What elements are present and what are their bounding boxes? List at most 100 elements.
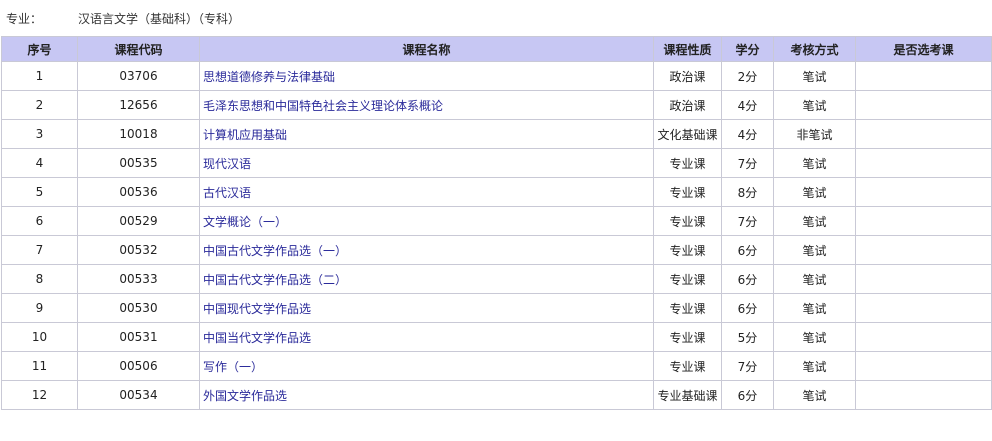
course-link[interactable]: 毛泽东思想和中国特色社会主义理论体系概论 [203, 99, 443, 113]
cell-code: 00506 [77, 351, 200, 381]
course-link[interactable]: 思想道德修养与法律基础 [203, 70, 335, 84]
cell-exam: 笔试 [773, 177, 856, 207]
cell-no: 11 [1, 351, 78, 381]
table-row: 10 00531 中国当代文学作品选 专业课 5分 笔试 [1, 322, 992, 352]
cell-type: 专业课 [653, 148, 722, 178]
cell-type: 政治课 [653, 61, 722, 91]
cell-course-name: 现代汉语 [199, 148, 654, 178]
cell-elective [855, 235, 992, 265]
course-link[interactable]: 文学概论（一） [203, 215, 287, 229]
cell-type: 专业课 [653, 293, 722, 323]
cell-code: 00535 [77, 148, 200, 178]
table-row: 2 12656 毛泽东思想和中国特色社会主义理论体系概论 政治课 4分 笔试 [1, 90, 992, 120]
cell-course-name: 写作（一） [199, 351, 654, 381]
cell-type: 专业课 [653, 206, 722, 236]
cell-elective [855, 90, 992, 120]
cell-elective [855, 380, 992, 410]
cell-elective [855, 351, 992, 381]
col-header-name: 课程名称 [199, 36, 654, 62]
course-link[interactable]: 古代汉语 [203, 186, 251, 200]
cell-elective [855, 206, 992, 236]
cell-exam: 笔试 [773, 380, 856, 410]
cell-no: 1 [1, 61, 78, 91]
cell-type: 专业课 [653, 235, 722, 265]
table-row: 12 00534 外国文学作品选 专业基础课 6分 笔试 [1, 380, 992, 410]
cell-credit: 4分 [721, 119, 774, 149]
course-link[interactable]: 中国当代文学作品选 [203, 331, 311, 345]
major-info: 专业： 汉语言文学（基础科）（专科） [0, 0, 992, 36]
cell-exam: 笔试 [773, 322, 856, 352]
cell-credit: 5分 [721, 322, 774, 352]
course-link[interactable]: 现代汉语 [203, 157, 251, 171]
cell-no: 6 [1, 206, 78, 236]
cell-credit: 7分 [721, 206, 774, 236]
cell-credit: 6分 [721, 235, 774, 265]
table-row: 6 00529 文学概论（一） 专业课 7分 笔试 [1, 206, 992, 236]
course-link[interactable]: 中国古代文学作品选（二） [203, 273, 347, 287]
cell-elective [855, 264, 992, 294]
cell-elective [855, 119, 992, 149]
cell-type: 政治课 [653, 90, 722, 120]
cell-course-name: 外国文学作品选 [199, 380, 654, 410]
table-row: 9 00530 中国现代文学作品选 专业课 6分 笔试 [1, 293, 992, 323]
cell-code: 00531 [77, 322, 200, 352]
cell-elective [855, 61, 992, 91]
cell-no: 8 [1, 264, 78, 294]
cell-no: 10 [1, 322, 78, 352]
course-link[interactable]: 中国现代文学作品选 [203, 302, 311, 316]
cell-code: 00536 [77, 177, 200, 207]
cell-exam: 笔试 [773, 235, 856, 265]
cell-credit: 4分 [721, 90, 774, 120]
cell-no: 9 [1, 293, 78, 323]
cell-type: 专业课 [653, 264, 722, 294]
cell-elective [855, 293, 992, 323]
table-row: 4 00535 现代汉语 专业课 7分 笔试 [1, 148, 992, 178]
cell-type: 专业课 [653, 177, 722, 207]
course-link[interactable]: 写作（一） [203, 360, 263, 374]
cell-exam: 笔试 [773, 264, 856, 294]
col-header-exam: 考核方式 [773, 36, 856, 62]
course-table: 序号 课程代码 课程名称 课程性质 学分 考核方式 是否选考课 1 03706 思想道德修养与法… [1, 36, 992, 410]
cell-no: 3 [1, 119, 78, 149]
major-value: 汉语言文学（基础科）（专科） [78, 11, 241, 26]
cell-credit: 7分 [721, 351, 774, 381]
cell-credit: 6分 [721, 293, 774, 323]
cell-course-name: 毛泽东思想和中国特色社会主义理论体系概论 [199, 90, 654, 120]
col-header-no: 序号 [1, 36, 78, 62]
cell-credit: 6分 [721, 380, 774, 410]
cell-code: 00533 [77, 264, 200, 294]
cell-no: 5 [1, 177, 78, 207]
course-link[interactable]: 计算机应用基础 [203, 128, 287, 142]
table-row: 3 10018 计算机应用基础 文化基础课 4分 非笔试 [1, 119, 992, 149]
cell-exam: 笔试 [773, 293, 856, 323]
table-body: 1 03706 思想道德修养与法律基础 政治课 2分 笔试 2 12656 毛泽东思想和中国特色… [1, 61, 992, 410]
cell-type: 专业课 [653, 351, 722, 381]
cell-course-name: 中国古代文学作品选（二） [199, 264, 654, 294]
cell-type: 专业基础课 [653, 380, 722, 410]
cell-elective [855, 177, 992, 207]
cell-no: 2 [1, 90, 78, 120]
course-link[interactable]: 外国文学作品选 [203, 389, 287, 403]
table-row: 5 00536 古代汉语 专业课 8分 笔试 [1, 177, 992, 207]
col-header-type: 课程性质 [653, 36, 722, 62]
course-link[interactable]: 中国古代文学作品选（一） [203, 244, 347, 258]
table-row: 8 00533 中国古代文学作品选（二） 专业课 6分 笔试 [1, 264, 992, 294]
cell-exam: 笔试 [773, 351, 856, 381]
cell-exam: 笔试 [773, 90, 856, 120]
table-row: 1 03706 思想道德修养与法律基础 政治课 2分 笔试 [1, 61, 992, 91]
col-header-elective: 是否选考课 [855, 36, 992, 62]
cell-no: 4 [1, 148, 78, 178]
cell-code: 03706 [77, 61, 200, 91]
cell-elective [855, 148, 992, 178]
cell-code: 00534 [77, 380, 200, 410]
col-header-code: 课程代码 [77, 36, 200, 62]
cell-code: 12656 [77, 90, 200, 120]
cell-credit: 6分 [721, 264, 774, 294]
cell-code: 00530 [77, 293, 200, 323]
cell-exam: 笔试 [773, 61, 856, 91]
cell-course-name: 文学概论（一） [199, 206, 654, 236]
cell-code: 00529 [77, 206, 200, 236]
table-header-row: 序号 课程代码 课程名称 课程性质 学分 考核方式 是否选考课 [1, 36, 992, 62]
cell-type: 专业课 [653, 322, 722, 352]
cell-exam: 笔试 [773, 206, 856, 236]
